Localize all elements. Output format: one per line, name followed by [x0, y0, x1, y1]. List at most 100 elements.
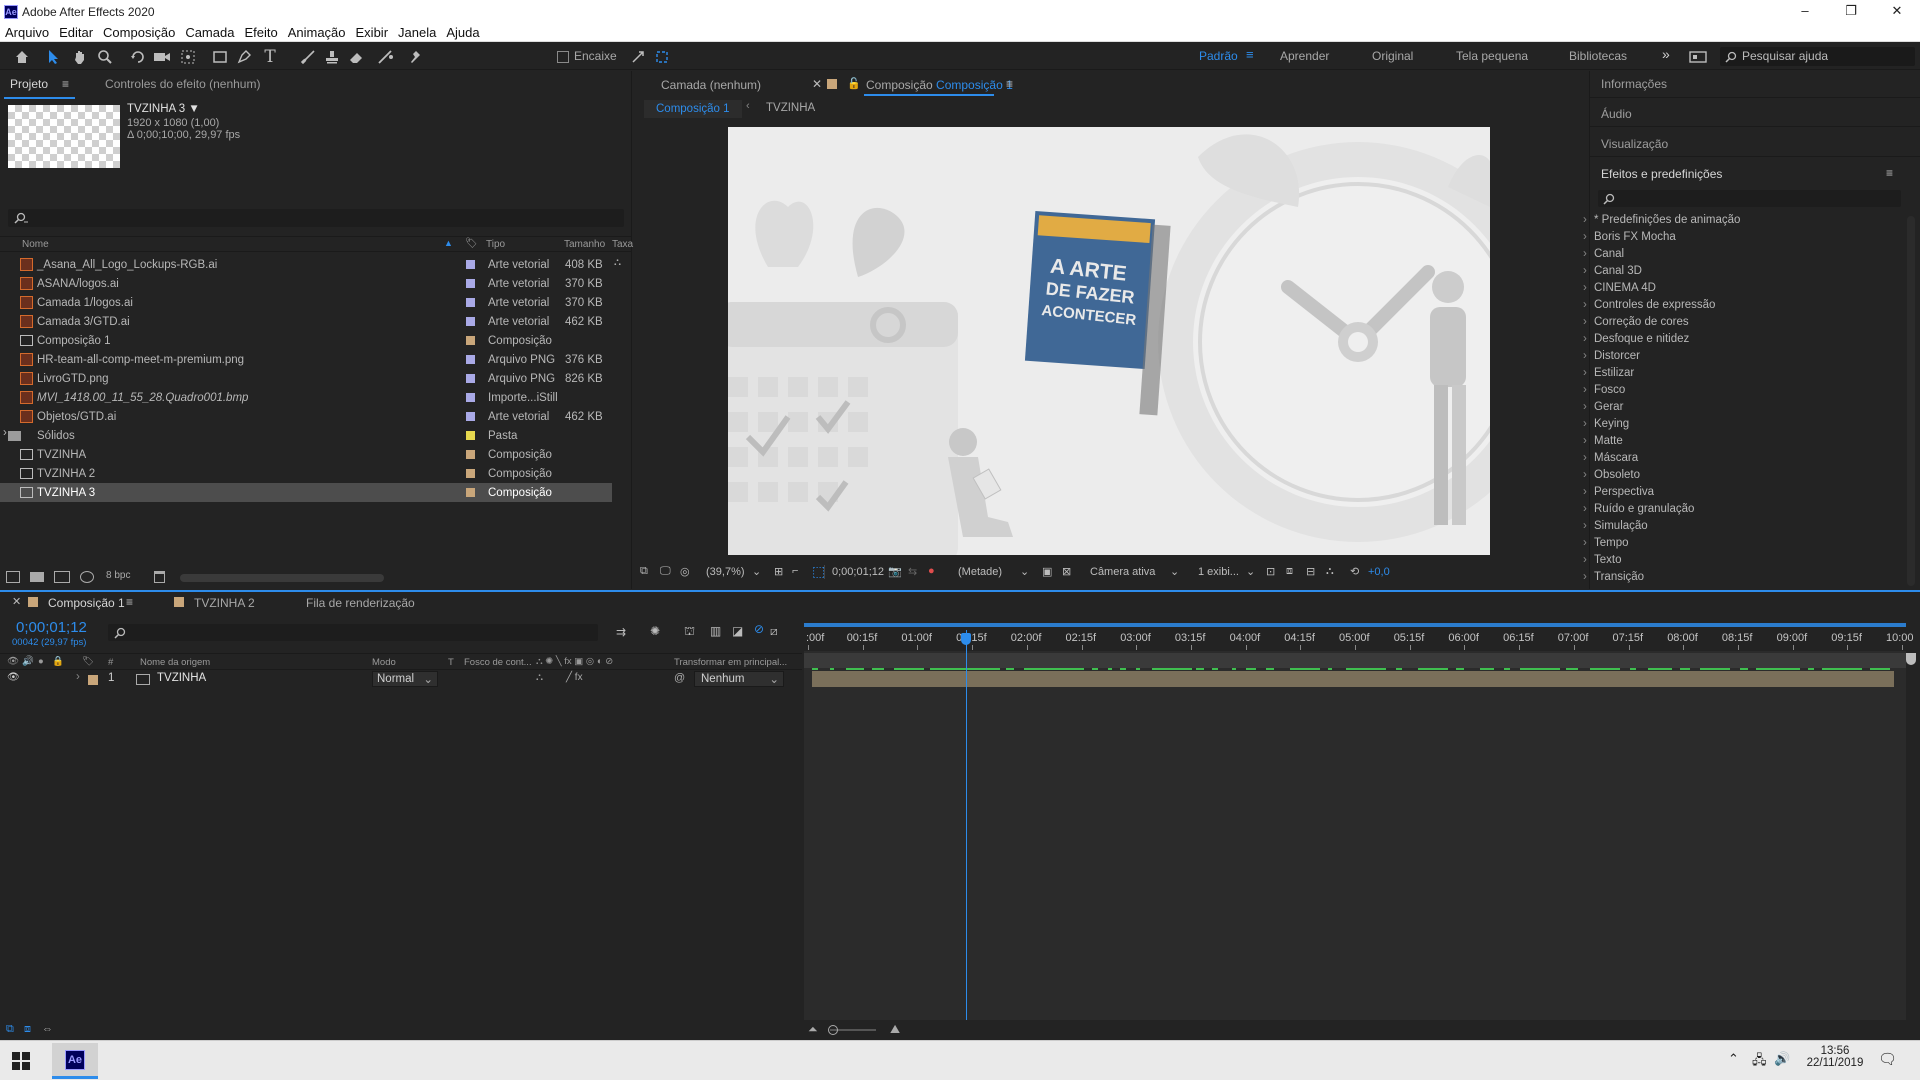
workspace-bibliotecas[interactable]: Bibliotecas: [1569, 49, 1627, 63]
work-area-bar[interactable]: [804, 623, 1906, 627]
home-icon[interactable]: [12, 47, 32, 67]
column-nome-origem[interactable]: Nome da origem: [140, 657, 210, 668]
volume-icon[interactable]: 🔊: [1774, 1051, 1790, 1067]
label-column-icon[interactable]: 🏷: [82, 656, 94, 667]
view-layout-dropdown[interactable]: 1 exibi...: [1198, 566, 1239, 578]
maximize-button[interactable]: ❐: [1828, 0, 1874, 23]
effect-category[interactable]: Desfoque e nitidez: [1583, 331, 1689, 348]
project-item-label-swatch[interactable]: [466, 355, 475, 364]
parent-pick-whip-icon[interactable]: @: [674, 672, 685, 684]
always-preview-icon[interactable]: ⧉: [640, 565, 648, 578]
project-item-row[interactable]: Composição 1 Composição: [0, 331, 612, 350]
menu-janela[interactable]: Janela: [393, 25, 441, 40]
close-tab-icon[interactable]: ✕: [812, 77, 822, 91]
resolution-dropdown[interactable]: (Metade): [958, 566, 1002, 578]
frame-blending-icon[interactable]: ▥: [710, 624, 721, 638]
shy-layers-icon[interactable]: ⛫: [684, 624, 695, 640]
transparency-grid-icon[interactable]: ⊠: [1062, 565, 1071, 578]
zoom-slider-handle[interactable]: [828, 1025, 838, 1035]
motion-blur-icon[interactable]: ◪: [732, 624, 743, 638]
trash-icon[interactable]: [154, 571, 165, 583]
workspace-menu-icon[interactable]: ≡: [1246, 47, 1254, 62]
graph-toggle-icon[interactable]: ⧄: [770, 624, 778, 639]
effect-category[interactable]: Obsoleto: [1583, 467, 1640, 484]
clone-stamp-tool-icon[interactable]: [322, 47, 342, 67]
effect-category[interactable]: Fosco: [1583, 382, 1625, 399]
breadcrumb-tvzinha[interactable]: TVZINHA: [766, 102, 815, 114]
playhead[interactable]: [965, 630, 967, 1020]
effect-category[interactable]: Perspectiva: [1583, 484, 1654, 501]
project-item-row[interactable]: Camada 3/GTD.ai Arte vetorial 462 KB: [0, 312, 612, 331]
column-taxa[interactable]: Taxa: [612, 239, 633, 250]
tab-projeto[interactable]: Projeto ≡: [0, 77, 79, 99]
timeline-search-input[interactable]: [108, 624, 598, 641]
chevron-down-icon[interactable]: ⌄: [752, 565, 761, 578]
bit-depth-button[interactable]: 8 bpc: [106, 570, 130, 581]
panel-audio[interactable]: Áudio: [1601, 107, 1632, 121]
project-item-label-swatch[interactable]: [466, 298, 475, 307]
folder-expand-chevron-icon[interactable]: ›: [3, 427, 7, 439]
current-time-display[interactable]: 0;00;01;12: [16, 619, 87, 636]
effect-category[interactable]: Matte: [1583, 433, 1623, 450]
minimize-button[interactable]: –: [1782, 0, 1828, 23]
close-button[interactable]: ✕: [1874, 0, 1920, 23]
effects-panel-menu-icon[interactable]: ≡: [1886, 166, 1893, 180]
mask-visibility-icon[interactable]: ◎: [680, 565, 690, 578]
project-item-row[interactable]: LivroGTD.png Arquivo PNG 826 KB: [0, 369, 612, 388]
viewer-timecode[interactable]: 0;00;01;12: [832, 566, 884, 578]
workspace-layout-icon[interactable]: [1688, 47, 1708, 67]
column-number[interactable]: #: [108, 657, 113, 668]
project-scrollbar[interactable]: [180, 574, 384, 582]
project-item-row[interactable]: MVI_1418.00_11_55_28.Quadro001.bmp Import…: [0, 388, 612, 407]
label-tag-icon[interactable]: 🏷: [465, 238, 478, 249]
monitor-output-icon[interactable]: 🖵: [660, 565, 671, 578]
rotate-tool-icon[interactable]: [128, 47, 148, 67]
project-item-row[interactable]: ASANA/logos.ai Arte vetorial 370 KB: [0, 274, 612, 293]
effect-category[interactable]: Simulação: [1583, 518, 1648, 535]
effect-category[interactable]: Correção de cores: [1583, 314, 1689, 331]
viewer-menu-icon[interactable]: ≡: [1006, 77, 1013, 91]
timeline-link-icon[interactable]: ⧈: [1286, 565, 1293, 578]
hand-tool-icon[interactable]: [70, 47, 90, 67]
panel-visualizacao[interactable]: Visualização: [1601, 137, 1668, 151]
project-item-label-swatch[interactable]: [466, 279, 475, 288]
effect-category[interactable]: Boris FX Mocha: [1583, 229, 1676, 246]
network-icon[interactable]: 🖧: [1752, 1051, 1767, 1073]
project-item-row[interactable]: Objetos/GTD.ai Arte vetorial 462 KB: [0, 407, 612, 426]
close-timeline-tab-icon[interactable]: ✕: [12, 595, 21, 608]
pan-behind-tool-icon[interactable]: [178, 47, 198, 67]
effect-category[interactable]: Tempo: [1583, 535, 1628, 552]
menu-efeito[interactable]: Efeito: [239, 25, 282, 40]
menu-arquivo[interactable]: Arquivo: [0, 25, 54, 40]
notifications-icon[interactable]: 🗨: [1878, 1050, 1897, 1068]
selected-item-name[interactable]: TVZINHA 3 ▼: [127, 103, 200, 115]
panel-informacoes[interactable]: Informações: [1601, 77, 1667, 91]
column-tipo[interactable]: Tipo: [486, 239, 505, 250]
effect-category[interactable]: Estilizar: [1583, 365, 1634, 382]
pen-tool-icon[interactable]: [234, 47, 254, 67]
puppet-pin-tool-icon[interactable]: [406, 47, 426, 67]
effect-category[interactable]: Keying: [1583, 416, 1629, 433]
column-nome[interactable]: Nome: [22, 239, 49, 250]
draft-3d-icon[interactable]: ✺: [650, 624, 660, 638]
workspace-tela-pequena[interactable]: Tela pequena: [1456, 49, 1528, 63]
workspace-padrao[interactable]: Padrão: [1199, 49, 1238, 63]
panel-menu-icon[interactable]: ≡: [62, 77, 69, 91]
column-tamanho[interactable]: Tamanho: [564, 239, 605, 250]
text-tool-icon[interactable]: T: [260, 47, 280, 67]
project-item-row[interactable]: _Asana_All_Logo_Lockups-RGB.ai Arte vetor…: [0, 255, 612, 274]
grid-guides-icon[interactable]: ⊞: [774, 565, 783, 578]
roto-brush-tool-icon[interactable]: [376, 47, 396, 67]
project-item-label-swatch[interactable]: [466, 469, 475, 478]
snapshot-camera-icon[interactable]: 📷: [888, 565, 902, 578]
zoom-out-icon[interactable]: ⏶: [808, 1022, 818, 1037]
lock-switch-icon[interactable]: 🔒: [52, 656, 64, 667]
project-item-row[interactable]: HR-team-all-comp-meet-m-premium.png Arqui…: [0, 350, 612, 369]
chevron-down-icon[interactable]: ⌄: [1020, 565, 1029, 578]
lock-icon[interactable]: 🔓: [847, 77, 861, 90]
effect-category[interactable]: Máscara: [1583, 450, 1638, 467]
project-item-row[interactable]: Camada 1/logos.ai Arte vetorial 370 KB: [0, 293, 612, 312]
taskbar-clock[interactable]: 13:56 22/11/2019: [1800, 1045, 1870, 1069]
project-item-label-swatch[interactable]: [466, 488, 475, 497]
effect-category[interactable]: * Predefinições de animação: [1583, 212, 1740, 229]
